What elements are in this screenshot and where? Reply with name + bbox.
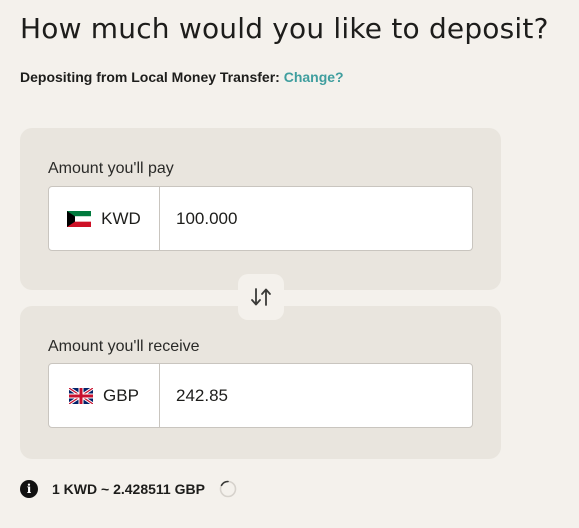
receive-amount-field: GBP <box>48 363 473 428</box>
page-title: How much would you like to deposit? <box>20 12 549 45</box>
pay-amount-card: Amount you'll pay KWD <box>20 128 501 290</box>
exchange-rate-text: 1 KWD ~ 2.428511 GBP <box>52 481 205 497</box>
pay-amount-label: Amount you'll pay <box>48 160 174 177</box>
pay-amount-input[interactable] <box>160 187 472 250</box>
loading-spinner-icon <box>219 480 237 498</box>
pay-currency-code: KWD <box>101 208 141 228</box>
info-icon: i <box>20 480 38 498</box>
receive-amount-card: Amount you'll receive GBP <box>20 306 501 459</box>
pay-currency-selector[interactable]: KWD <box>49 187 160 250</box>
pay-amount-field: KWD <box>48 186 473 251</box>
receive-amount-label: Amount you'll receive <box>48 338 200 355</box>
deposit-source-text: Depositing from Local Money Transfer: Ch… <box>20 69 344 85</box>
swap-currencies-button[interactable] <box>238 274 284 320</box>
uk-flag-icon <box>69 387 94 404</box>
receive-amount-input[interactable] <box>160 364 472 427</box>
change-source-link[interactable]: Change? <box>284 69 344 85</box>
receive-currency-code: GBP <box>103 385 139 405</box>
receive-currency-selector[interactable]: GBP <box>49 364 160 427</box>
exchange-rate-row: i 1 KWD ~ 2.428511 GBP <box>20 480 237 498</box>
swap-arrows-icon <box>251 288 271 306</box>
deposit-source-label: Depositing from Local Money Transfer: <box>20 69 280 85</box>
kuwait-flag-icon <box>67 210 92 227</box>
